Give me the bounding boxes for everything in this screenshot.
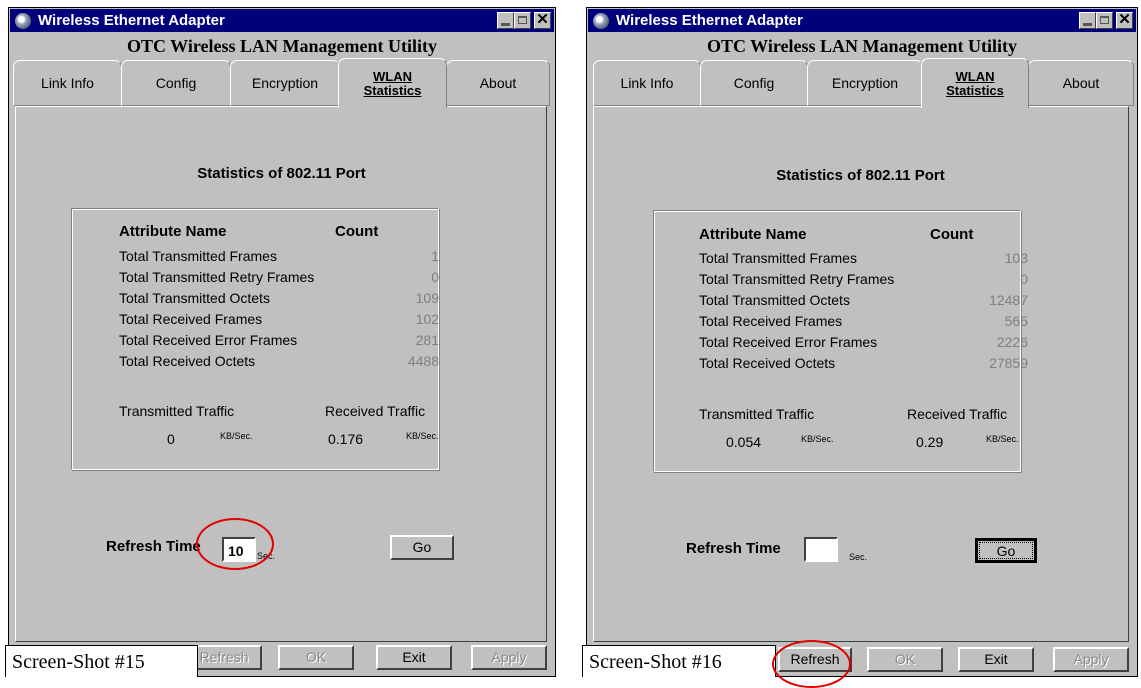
close-icon: ✕ [536, 11, 549, 28]
tab-wlan-statistics[interactable]: WLAN Statistics [338, 58, 447, 108]
tab-panel [15, 106, 547, 642]
tab-config[interactable]: Config [121, 60, 231, 106]
app-subtitle: OTC Wireless LAN Management Utility [707, 36, 1017, 56]
window-screenshot-16: Wireless Ethernet Adapter ✕ OTC Wireless… [586, 7, 1138, 677]
title-bar[interactable]: Wireless Ethernet Adapter ✕ [10, 9, 554, 32]
apply-button[interactable]: Apply [471, 645, 547, 670]
maximize-icon [518, 16, 527, 24]
apply-button[interactable]: Apply [1053, 647, 1129, 672]
tab-label: WLAN Statistics [363, 68, 422, 98]
window-screenshot-15: Wireless Ethernet Adapter ✕ OTC Wireless… [8, 7, 556, 677]
tab-label: Config [155, 75, 197, 91]
app-subtitle: OTC Wireless LAN Management Utility [127, 36, 437, 56]
caption-screenshot-16: Screen-Shot #16 [582, 645, 776, 677]
network-adapter-icon [593, 13, 609, 29]
tab-encryption[interactable]: Encryption [807, 60, 923, 106]
exit-button[interactable]: Exit [958, 647, 1034, 672]
caption-screenshot-15: Screen-Shot #15 [5, 645, 198, 677]
tab-encryption[interactable]: Encryption [230, 60, 340, 106]
network-adapter-icon [15, 13, 31, 29]
ok-button[interactable]: OK [278, 645, 354, 670]
tab-label: About [479, 75, 517, 91]
close-button[interactable]: ✕ [534, 11, 551, 29]
tab-label: Link Info [41, 75, 94, 91]
minimize-button[interactable] [497, 12, 514, 29]
tab-label: About [1062, 75, 1100, 91]
tab-label: WLAN Statistics [946, 68, 1004, 98]
tab-about[interactable]: About [446, 60, 550, 106]
tab-label: Encryption [251, 75, 319, 91]
tab-panel [593, 106, 1129, 642]
title-bar[interactable]: Wireless Ethernet Adapter ✕ [588, 9, 1136, 32]
refresh-button[interactable]: Refresh [778, 647, 852, 672]
tab-wlan-statistics[interactable]: WLAN Statistics [921, 58, 1029, 108]
maximize-icon [1100, 16, 1109, 24]
tab-link-info[interactable]: Link Info [593, 60, 701, 106]
maximize-button[interactable] [514, 12, 531, 29]
minimize-icon [1083, 23, 1092, 26]
tab-label: Config [733, 75, 775, 91]
maximize-button[interactable] [1096, 12, 1113, 29]
ok-button[interactable]: OK [867, 647, 943, 672]
tab-about[interactable]: About [1028, 60, 1134, 106]
window-title: Wireless Ethernet Adapter [38, 12, 225, 29]
minimize-icon [501, 23, 510, 26]
window-title: Wireless Ethernet Adapter [616, 12, 803, 29]
exit-button[interactable]: Exit [376, 645, 452, 670]
tab-link-info[interactable]: Link Info [13, 60, 122, 106]
minimize-button[interactable] [1079, 12, 1096, 29]
tab-label: Encryption [831, 75, 899, 91]
close-icon: ✕ [1118, 11, 1131, 28]
tab-label: Link Info [620, 75, 674, 91]
close-button[interactable]: ✕ [1116, 11, 1133, 29]
tab-config[interactable]: Config [700, 60, 808, 106]
